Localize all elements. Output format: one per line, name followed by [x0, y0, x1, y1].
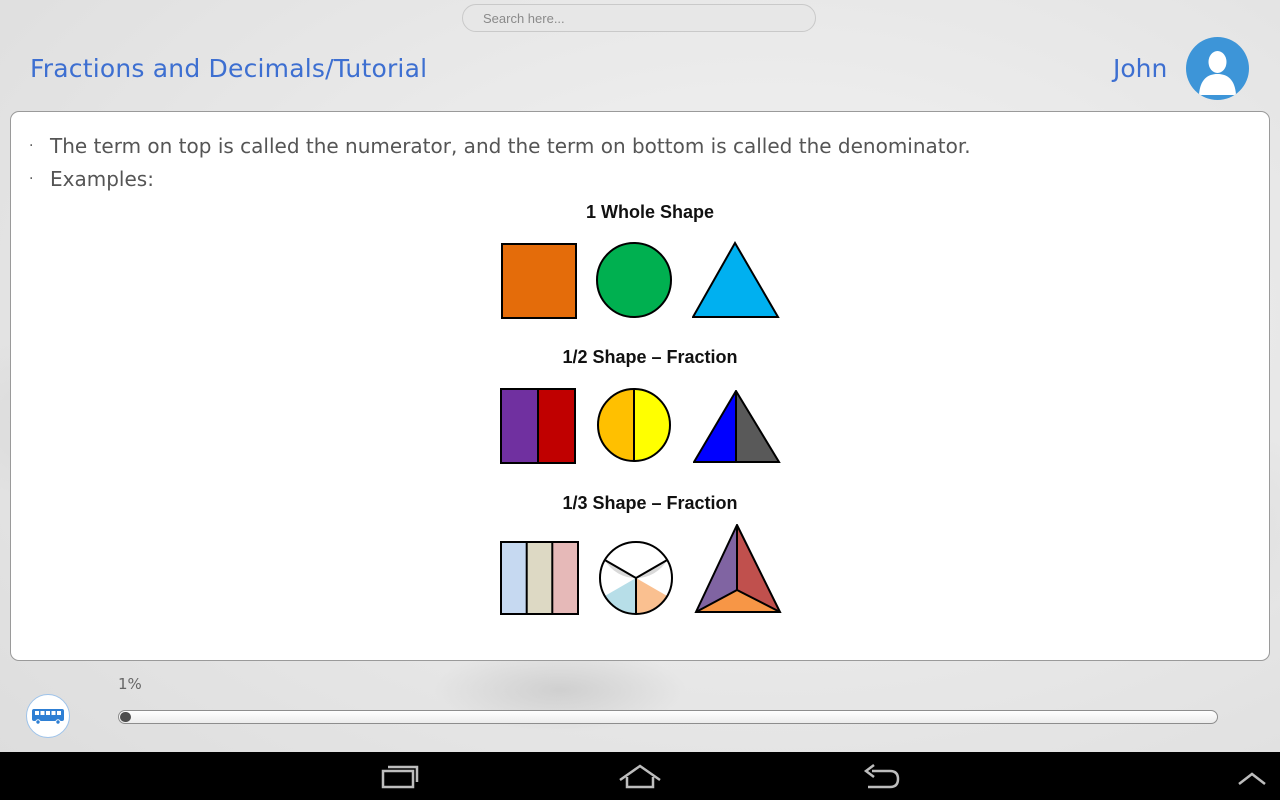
progress-bar[interactable] — [118, 710, 1218, 724]
bullet-dot: · — [29, 171, 34, 187]
tutorial-card: · The term on top is called the numerato… — [10, 111, 1270, 661]
user-icon — [1199, 51, 1236, 95]
bus-icon — [32, 709, 64, 725]
progress-label: 1% — [118, 675, 142, 693]
figure-section-title: 1/2 Shape – Fraction — [562, 347, 738, 367]
figure-section-title: 1 Whole Shape — [585, 202, 715, 222]
recent-apps-icon — [381, 765, 419, 789]
search-input[interactable] — [462, 4, 816, 32]
home-button[interactable] — [610, 760, 670, 794]
bus-button[interactable] — [26, 694, 70, 738]
page-title: Fractions and Decimals/Tutorial — [30, 54, 428, 83]
bullet-text: Examples: — [50, 167, 154, 191]
triangle-thirds-shape — [694, 524, 782, 613]
triangle-halves-shape — [693, 390, 781, 463]
menu-up-button[interactable] — [1222, 760, 1280, 794]
figure-section-title: 1/3 Shape – Fraction — [562, 493, 738, 513]
back-icon — [863, 764, 900, 789]
user-name[interactable]: John — [1113, 54, 1167, 83]
recent-apps-button[interactable] — [370, 760, 430, 794]
bullet-text: The term on top is called the numerator,… — [50, 134, 971, 158]
bullet-dot: · — [29, 138, 34, 154]
circle-thirds-shape — [599, 541, 673, 615]
square-thirds-shape — [500, 541, 579, 615]
square-halves-shape — [500, 388, 576, 464]
system-navigation-bar — [0, 752, 1280, 800]
circle-halves-shape — [597, 388, 671, 462]
home-icon — [619, 764, 661, 789]
progress-fill — [120, 712, 131, 722]
back-button[interactable] — [852, 760, 912, 794]
triangle-whole-shape — [692, 241, 780, 318]
square-whole-shape — [501, 243, 577, 319]
chevron-up-icon — [1238, 772, 1266, 785]
avatar[interactable] — [1186, 37, 1249, 100]
circle-whole-shape — [596, 242, 672, 318]
